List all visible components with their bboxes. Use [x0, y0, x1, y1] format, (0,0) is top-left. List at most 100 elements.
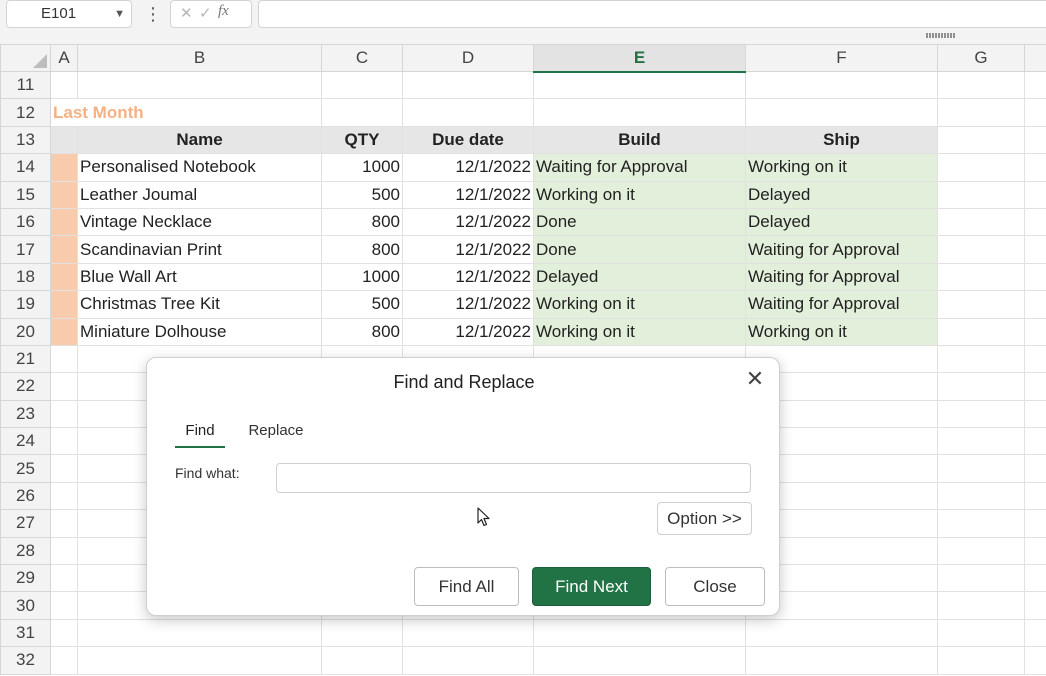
- cell[interactable]: [937, 262, 1025, 292]
- cell-name[interactable]: Leather Joumal: [77, 180, 322, 209]
- row-header[interactable]: 25: [0, 454, 51, 483]
- marker-cell[interactable]: [50, 180, 78, 209]
- cell[interactable]: [1024, 180, 1046, 209]
- cell-qty[interactable]: 1000: [321, 153, 403, 182]
- cell[interactable]: [937, 564, 1025, 593]
- row-header[interactable]: 28: [0, 536, 51, 566]
- row-header[interactable]: 26: [0, 481, 51, 511]
- cell-qty[interactable]: 1000: [321, 262, 403, 292]
- cell[interactable]: [1024, 372, 1046, 401]
- row-header[interactable]: 11: [0, 70, 51, 100]
- cell-build-status[interactable]: Working on it: [533, 180, 746, 209]
- cell[interactable]: [50, 536, 78, 566]
- cell[interactable]: [402, 618, 534, 648]
- find-what-input[interactable]: [276, 463, 751, 493]
- cell[interactable]: [1024, 290, 1046, 319]
- formula-input[interactable]: [258, 0, 1046, 28]
- cell-build-status[interactable]: Delayed: [533, 262, 746, 292]
- cell[interactable]: [50, 509, 78, 538]
- cell[interactable]: [50, 344, 78, 374]
- header-qty[interactable]: QTY: [321, 125, 403, 155]
- column-header-c[interactable]: C: [321, 44, 403, 72]
- marker-cell[interactable]: [50, 153, 78, 182]
- cell-qty[interactable]: 800: [321, 207, 403, 237]
- cell[interactable]: [50, 70, 78, 100]
- cell-qty[interactable]: 500: [321, 180, 403, 209]
- cell[interactable]: [50, 591, 78, 620]
- cell-build-status[interactable]: Done: [533, 207, 746, 237]
- cell[interactable]: [937, 290, 1025, 319]
- cell-due-date[interactable]: 12/1/2022: [402, 153, 534, 182]
- column-header-b[interactable]: B: [77, 44, 322, 72]
- cell[interactable]: [77, 70, 322, 100]
- cell[interactable]: [1024, 481, 1046, 511]
- cell[interactable]: [533, 70, 746, 100]
- cell[interactable]: [1024, 536, 1046, 566]
- cell[interactable]: [50, 564, 78, 593]
- cell-qty[interactable]: 800: [321, 235, 403, 264]
- cancel-icon[interactable]: ✕: [180, 4, 193, 22]
- cell[interactable]: [1024, 70, 1046, 100]
- cell-name[interactable]: Blue Wall Art: [77, 262, 322, 292]
- cell-name[interactable]: Scandinavian Print: [77, 235, 322, 264]
- tab-find[interactable]: Find: [175, 422, 225, 448]
- cell-name[interactable]: Miniature Dolhouse: [77, 317, 322, 346]
- cell[interactable]: [533, 646, 746, 675]
- close-icon[interactable]: ✕: [745, 368, 765, 390]
- cell-due-date[interactable]: 12/1/2022: [402, 290, 534, 319]
- cell[interactable]: [533, 618, 746, 648]
- row-header[interactable]: 30: [0, 591, 51, 620]
- resize-grip-icon[interactable]: [926, 33, 956, 38]
- cell[interactable]: [937, 427, 1025, 456]
- cell[interactable]: [937, 180, 1025, 209]
- cell[interactable]: [50, 125, 78, 155]
- cell[interactable]: [1024, 427, 1046, 456]
- column-header-f[interactable]: F: [745, 44, 938, 72]
- cell[interactable]: [745, 618, 938, 648]
- row-header[interactable]: 29: [0, 564, 51, 593]
- cell[interactable]: [1024, 125, 1046, 155]
- row-header[interactable]: 17: [0, 235, 51, 264]
- cell-ship-status[interactable]: Delayed: [745, 180, 938, 209]
- name-box[interactable]: E101 ▼: [6, 0, 132, 28]
- cell[interactable]: [1024, 98, 1046, 127]
- row-header[interactable]: 15: [0, 180, 51, 209]
- cell[interactable]: [937, 618, 1025, 648]
- column-header-a[interactable]: A: [50, 44, 78, 72]
- cell[interactable]: [321, 618, 403, 648]
- cell[interactable]: [402, 98, 534, 127]
- cell[interactable]: [937, 454, 1025, 483]
- cell[interactable]: [937, 98, 1025, 127]
- cell[interactable]: [77, 646, 322, 675]
- cell-ship-status[interactable]: Delayed: [745, 207, 938, 237]
- tab-replace[interactable]: Replace: [247, 422, 305, 448]
- cell-name[interactable]: Christmas Tree Kit: [77, 290, 322, 319]
- cell[interactable]: [50, 646, 78, 675]
- cell[interactable]: [1024, 509, 1046, 538]
- column-header-d[interactable]: D: [402, 44, 534, 72]
- cell-due-date[interactable]: 12/1/2022: [402, 235, 534, 264]
- cell[interactable]: [321, 98, 403, 127]
- cell-build-status[interactable]: Working on it: [533, 317, 746, 346]
- cell[interactable]: [1024, 618, 1046, 648]
- cell[interactable]: [937, 372, 1025, 401]
- more-options-icon[interactable]: ⋮: [144, 2, 162, 26]
- cell[interactable]: [50, 372, 78, 401]
- cell-ship-status[interactable]: Waiting for Approval: [745, 235, 938, 264]
- row-header[interactable]: 16: [0, 207, 51, 237]
- cell[interactable]: [937, 509, 1025, 538]
- cell[interactable]: [1024, 646, 1046, 675]
- marker-cell[interactable]: [50, 262, 78, 292]
- row-header[interactable]: 23: [0, 399, 51, 429]
- cell[interactable]: [937, 235, 1025, 264]
- cell[interactable]: [937, 646, 1025, 675]
- column-header-h[interactable]: [1024, 44, 1046, 72]
- cell-due-date[interactable]: 12/1/2022: [402, 180, 534, 209]
- cell[interactable]: [321, 70, 403, 100]
- cell-due-date[interactable]: 12/1/2022: [402, 207, 534, 237]
- cell[interactable]: [1024, 399, 1046, 429]
- header-due-date[interactable]: Due date: [402, 125, 534, 155]
- row-header[interactable]: 21: [0, 344, 51, 374]
- cell-build-status[interactable]: Waiting for Approval: [533, 153, 746, 182]
- row-header[interactable]: 13: [0, 125, 51, 155]
